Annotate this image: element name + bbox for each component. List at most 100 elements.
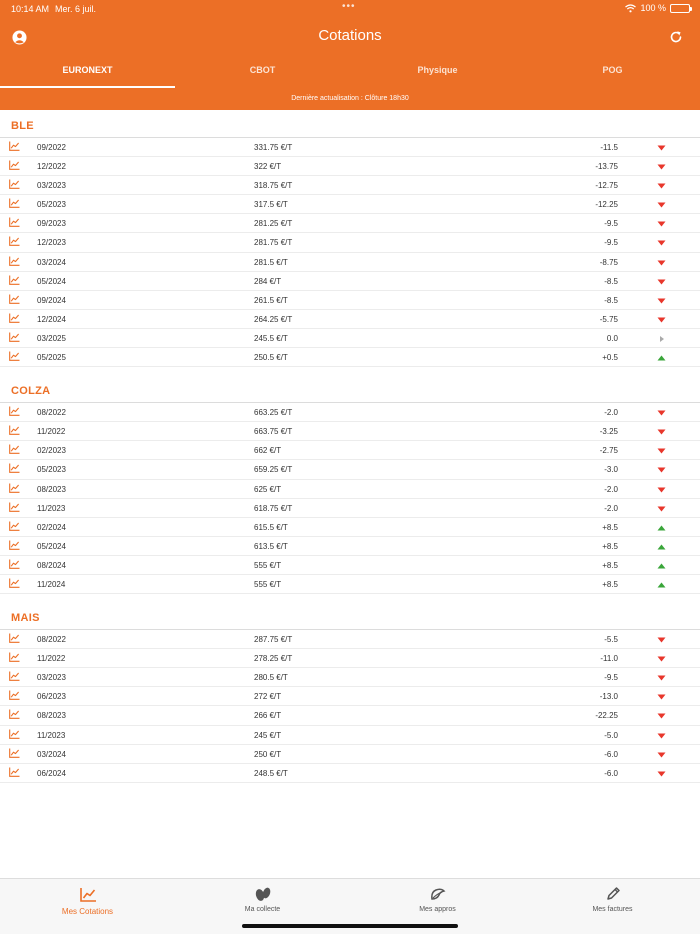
chart-line-icon[interactable] bbox=[9, 236, 20, 248]
trend-down-icon bbox=[657, 201, 666, 208]
chart-line-icon[interactable] bbox=[9, 332, 20, 344]
tab-pog[interactable]: POG bbox=[525, 58, 700, 88]
chart-line-icon[interactable] bbox=[9, 748, 20, 760]
home-indicator bbox=[242, 924, 458, 928]
chart-line-icon[interactable] bbox=[9, 198, 20, 210]
contract-date: 03/2024 bbox=[37, 749, 66, 759]
price-change: 0.0 bbox=[606, 333, 618, 343]
chart-line-icon[interactable] bbox=[9, 294, 20, 306]
price: 250.5 €/T bbox=[254, 353, 288, 363]
nav-label: Mes factures bbox=[592, 906, 633, 913]
chart-line-icon[interactable] bbox=[9, 444, 20, 456]
chart-line-icon[interactable] bbox=[9, 633, 20, 645]
quotes-list[interactable]: BLE 09/2022 331.75 €/T -11.5 12/2022 322 €/T -… bbox=[0, 110, 700, 878]
quote-row[interactable]: 03/2024 250 €/T -6.0 bbox=[0, 745, 700, 764]
contract-date: 05/2025 bbox=[37, 353, 66, 363]
quote-row[interactable]: 08/2024 555 €/T +8.5 bbox=[0, 556, 700, 575]
multitasking-dots[interactable]: ••• bbox=[342, 1, 356, 12]
price-change: -3.25 bbox=[599, 427, 618, 437]
chart-line-icon[interactable] bbox=[9, 690, 20, 702]
trend-down-icon bbox=[657, 712, 666, 719]
chart-line-icon[interactable] bbox=[9, 559, 20, 571]
trend-down-icon bbox=[657, 770, 666, 777]
chart-line-icon[interactable] bbox=[9, 351, 20, 363]
chart-line-icon[interactable] bbox=[9, 729, 20, 741]
quote-row[interactable]: 02/2023 662 €/T -2.75 bbox=[0, 441, 700, 461]
trend-down-icon bbox=[657, 655, 666, 662]
price-change: +0.5 bbox=[602, 353, 618, 363]
chart-line-icon[interactable] bbox=[9, 217, 20, 229]
quote-row[interactable]: 05/2024 613.5 €/T +8.5 bbox=[0, 537, 700, 556]
chart-line-icon[interactable] bbox=[9, 160, 20, 172]
chart-line-icon[interactable] bbox=[9, 313, 20, 325]
price: 281.5 €/T bbox=[254, 257, 288, 267]
trend-down-icon bbox=[657, 486, 666, 492]
nav-mes-factures[interactable]: Mes factures bbox=[525, 879, 700, 934]
contract-date: 03/2025 bbox=[37, 333, 66, 343]
quote-row[interactable]: 09/2022 331.75 €/T -11.5 bbox=[0, 138, 700, 158]
quote-row[interactable]: 11/2022 278.25 €/T -11.0 bbox=[0, 649, 700, 669]
quote-row[interactable]: 12/2024 264.25 €/T -5.75 bbox=[0, 310, 700, 329]
nav-mes-cotations[interactable]: Mes Cotations bbox=[0, 879, 175, 934]
quote-row[interactable]: 09/2024 261.5 €/T -8.5 bbox=[0, 291, 700, 310]
chart-line-icon[interactable] bbox=[9, 463, 20, 475]
chart-line-icon[interactable] bbox=[9, 652, 20, 664]
refresh-button[interactable] bbox=[666, 27, 686, 47]
contract-date: 11/2023 bbox=[37, 730, 66, 740]
quote-row[interactable]: 11/2023 618.75 €/T -2.0 bbox=[0, 499, 700, 518]
quote-row[interactable]: 03/2024 281.5 €/T -8.75 bbox=[0, 253, 700, 272]
quote-row[interactable]: 05/2024 284 €/T -8.5 bbox=[0, 272, 700, 291]
quote-row[interactable]: 12/2022 322 €/T -13.75 bbox=[0, 157, 700, 177]
price: 331.75 €/T bbox=[254, 143, 293, 152]
trend-down-icon bbox=[657, 428, 666, 435]
price: 322 €/T bbox=[254, 162, 282, 172]
chart-line-icon[interactable] bbox=[9, 256, 20, 268]
quote-row[interactable]: 05/2023 317.5 €/T -12.25 bbox=[0, 195, 700, 215]
tab-physique[interactable]: Physique bbox=[350, 58, 525, 88]
chart-line-icon[interactable] bbox=[9, 521, 20, 533]
quote-row[interactable]: 03/2025 245.5 €/T 0.0 bbox=[0, 329, 700, 349]
chart-line-icon[interactable] bbox=[9, 767, 20, 779]
quote-row[interactable]: 11/2023 245 €/T -5.0 bbox=[0, 726, 700, 745]
quote-row[interactable]: 11/2022 663.75 €/T -3.25 bbox=[0, 422, 700, 442]
chart-line-icon[interactable] bbox=[9, 502, 20, 514]
chart-line-icon[interactable] bbox=[9, 540, 20, 552]
quote-row[interactable]: 08/2023 625 €/T -2.0 bbox=[0, 480, 700, 499]
chart-line-icon[interactable] bbox=[9, 578, 20, 590]
quote-row[interactable]: 08/2022 663.25 €/T -2.0 bbox=[0, 403, 700, 423]
contract-date: 08/2024 bbox=[37, 560, 66, 570]
chart-line-icon[interactable] bbox=[9, 275, 20, 287]
chart-line-icon[interactable] bbox=[9, 425, 20, 437]
chart-line-icon[interactable] bbox=[9, 406, 20, 418]
chart-line-icon[interactable] bbox=[9, 709, 20, 721]
quote-row[interactable]: 12/2023 281.75 €/T -9.5 bbox=[0, 233, 700, 253]
chart-line-icon[interactable] bbox=[9, 179, 20, 191]
quote-row[interactable]: 02/2024 615.5 €/T +8.5 bbox=[0, 518, 700, 537]
contract-date: 08/2022 bbox=[37, 408, 66, 418]
quote-row[interactable]: 05/2025 250.5 €/T +0.5 bbox=[0, 348, 700, 368]
app-header: 10:14 AM Mer. 6 juil. ••• 100 % Cotation… bbox=[0, 0, 700, 110]
price-change: -3.0 bbox=[604, 465, 618, 475]
tab-cbot[interactable]: CBOT bbox=[175, 58, 350, 88]
quote-row[interactable]: 08/2022 287.75 €/T -5.5 bbox=[0, 630, 700, 650]
contract-date: 03/2023 bbox=[37, 673, 66, 683]
price-change: -2.0 bbox=[604, 484, 618, 494]
quote-row[interactable]: 09/2023 281.25 €/T -9.5 bbox=[0, 214, 700, 234]
quote-row[interactable]: 11/2024 555 €/T +8.5 bbox=[0, 575, 700, 595]
chart-line-icon[interactable] bbox=[9, 483, 20, 495]
trend-down-icon bbox=[657, 182, 666, 189]
quote-row[interactable]: 06/2024 248.5 €/T -6.0 bbox=[0, 764, 700, 783]
quote-row[interactable]: 06/2023 272 €/T -13.0 bbox=[0, 687, 700, 707]
chart-line-icon[interactable] bbox=[9, 141, 20, 153]
contract-date: 11/2024 bbox=[37, 579, 66, 589]
tab-euronext[interactable]: EURONEXT bbox=[0, 58, 175, 88]
quote-row[interactable]: 05/2023 659.25 €/T -3.0 bbox=[0, 460, 700, 480]
quote-row[interactable]: 08/2023 266 €/T -22.25 bbox=[0, 706, 700, 726]
quote-row[interactable]: 03/2023 280.5 €/T -9.5 bbox=[0, 668, 700, 688]
price: 555 €/T bbox=[254, 579, 282, 589]
seed-bag-icon bbox=[428, 885, 448, 903]
quote-row[interactable]: 03/2023 318.75 €/T -12.75 bbox=[0, 176, 700, 196]
price-change: -13.75 bbox=[595, 162, 618, 172]
chart-line-icon[interactable] bbox=[9, 671, 20, 683]
